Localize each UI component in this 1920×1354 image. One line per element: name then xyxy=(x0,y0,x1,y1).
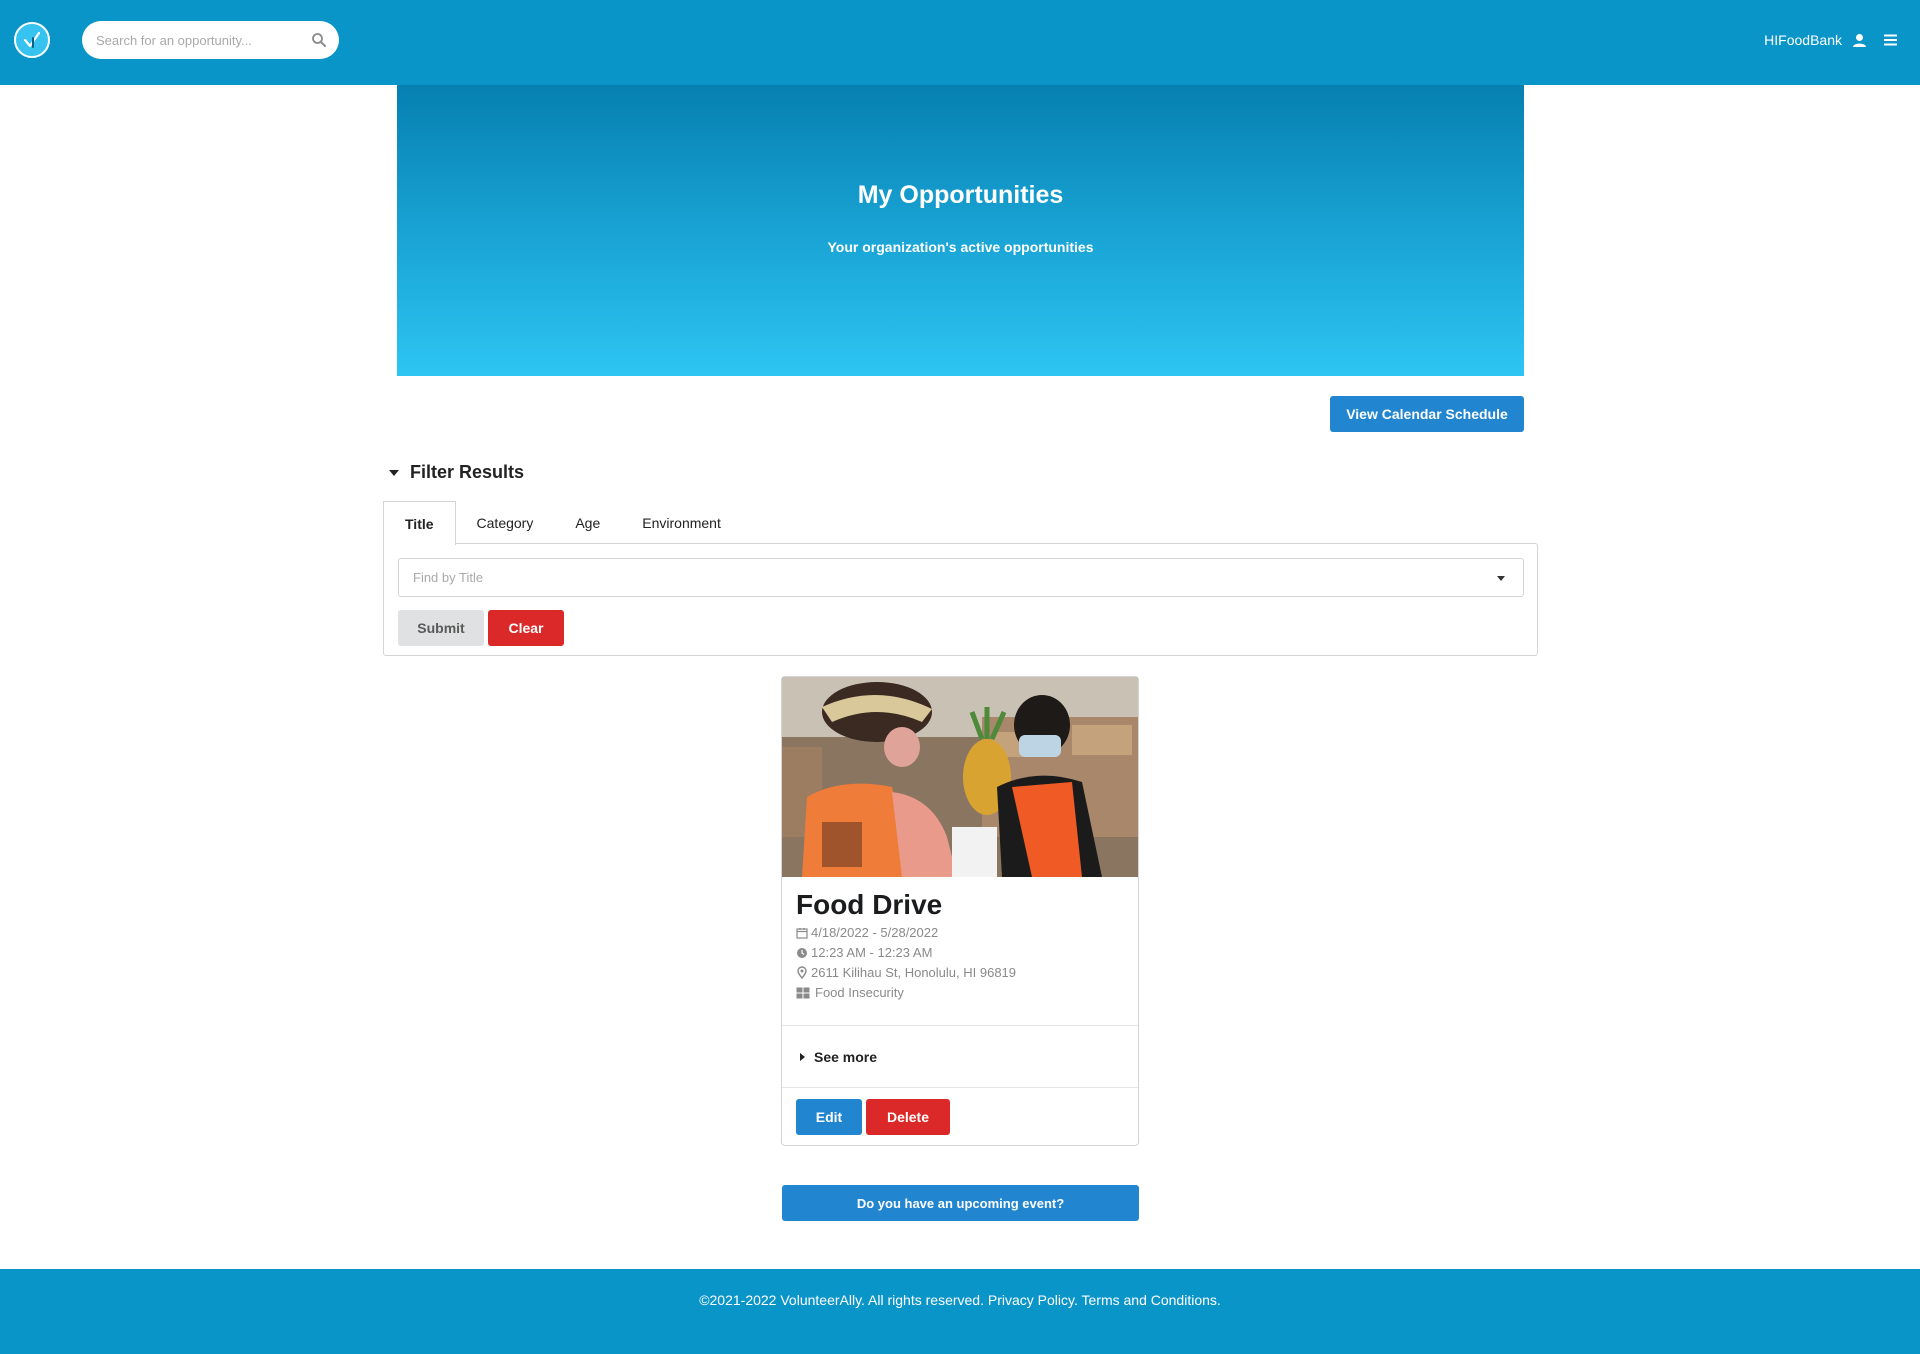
tab-category[interactable]: Category xyxy=(456,501,555,544)
opportunity-time-text: 12:23 AM - 12:23 AM xyxy=(811,945,933,960)
opportunity-address-text: 2611 Kilihau St, Honolulu, HI 96819 xyxy=(811,965,1017,980)
terms-link[interactable]: Terms and Conditions. xyxy=(1082,1292,1221,1308)
caret-right-icon xyxy=(800,1053,805,1061)
hero-banner: My Opportunities Your organization's act… xyxy=(397,85,1524,376)
search-icon[interactable] xyxy=(311,32,327,48)
volunteerally-logo-icon[interactable] xyxy=(14,22,50,58)
title-select-placeholder: Find by Title xyxy=(413,570,484,585)
opportunity-title[interactable]: Food Drive xyxy=(796,889,942,921)
filter-toggle[interactable]: Filter Results xyxy=(388,462,524,483)
opportunity-category-text: Food Insecurity xyxy=(815,985,904,1000)
opportunity-dates-text: 4/18/2022 - 5/28/2022 xyxy=(811,925,939,940)
upcoming-event-button[interactable]: Do you have an upcoming event? xyxy=(782,1185,1139,1221)
card-divider xyxy=(782,1087,1138,1088)
tab-age[interactable]: Age xyxy=(554,501,621,544)
username-label[interactable]: HIFoodBank xyxy=(1764,32,1842,48)
opportunity-time: 12:23 AM - 12:23 AM xyxy=(796,945,932,960)
see-more-toggle[interactable]: See more xyxy=(800,1049,877,1065)
search-input[interactable] xyxy=(96,21,296,59)
edit-button[interactable]: Edit xyxy=(796,1099,862,1135)
user-icon[interactable] xyxy=(1852,33,1867,48)
delete-button[interactable]: Delete xyxy=(866,1099,950,1135)
user-menu: HIFoodBank xyxy=(1764,29,1898,51)
dropdown-caret-icon xyxy=(1497,576,1505,581)
filter-tabs: Title Category Age Environment xyxy=(383,501,742,545)
map-marker-icon xyxy=(797,966,807,979)
page-title: My Opportunities xyxy=(857,181,1064,209)
opportunity-image[interactable] xyxy=(782,677,1138,877)
grid-icon xyxy=(796,987,810,998)
hamburger-menu-icon[interactable] xyxy=(1883,33,1898,47)
footer: ©2021-2022 VolunteerAlly. All rights res… xyxy=(0,1269,1920,1354)
title-select[interactable]: Find by Title xyxy=(398,558,1524,597)
calendar-icon xyxy=(796,927,808,939)
top-navbar: HIFoodBank xyxy=(0,0,1920,85)
tab-title[interactable]: Title xyxy=(383,501,456,545)
tab-environment[interactable]: Environment xyxy=(621,501,742,544)
privacy-policy-link[interactable]: Privacy Policy. xyxy=(988,1292,1078,1308)
card-divider xyxy=(782,1025,1138,1026)
caret-down-icon xyxy=(389,469,399,476)
filter-panel: Find by Title Submit Clear xyxy=(383,543,1538,656)
page-subtitle: Your organization's active opportunities xyxy=(827,239,1094,255)
opportunity-address: 2611 Kilihau St, Honolulu, HI 96819 xyxy=(796,965,1016,980)
copyright-text: ©2021-2022 VolunteerAlly. All rights res… xyxy=(699,1292,984,1308)
clock-icon xyxy=(797,947,807,958)
submit-button[interactable]: Submit xyxy=(398,610,484,646)
search-bar xyxy=(82,21,339,59)
footer-text: ©2021-2022 VolunteerAlly. All rights res… xyxy=(0,1292,1920,1308)
opportunity-dates: 4/18/2022 - 5/28/2022 xyxy=(796,925,938,940)
see-more-label: See more xyxy=(814,1049,878,1065)
view-calendar-button[interactable]: View Calendar Schedule xyxy=(1330,396,1524,432)
opportunity-category: Food Insecurity xyxy=(796,985,904,1000)
clear-button[interactable]: Clear xyxy=(488,610,564,646)
opportunity-card: Food Drive 4/18/2022 - 5/28/2022 12:23 A… xyxy=(781,676,1139,1146)
filter-heading: Filter Results xyxy=(410,462,525,482)
